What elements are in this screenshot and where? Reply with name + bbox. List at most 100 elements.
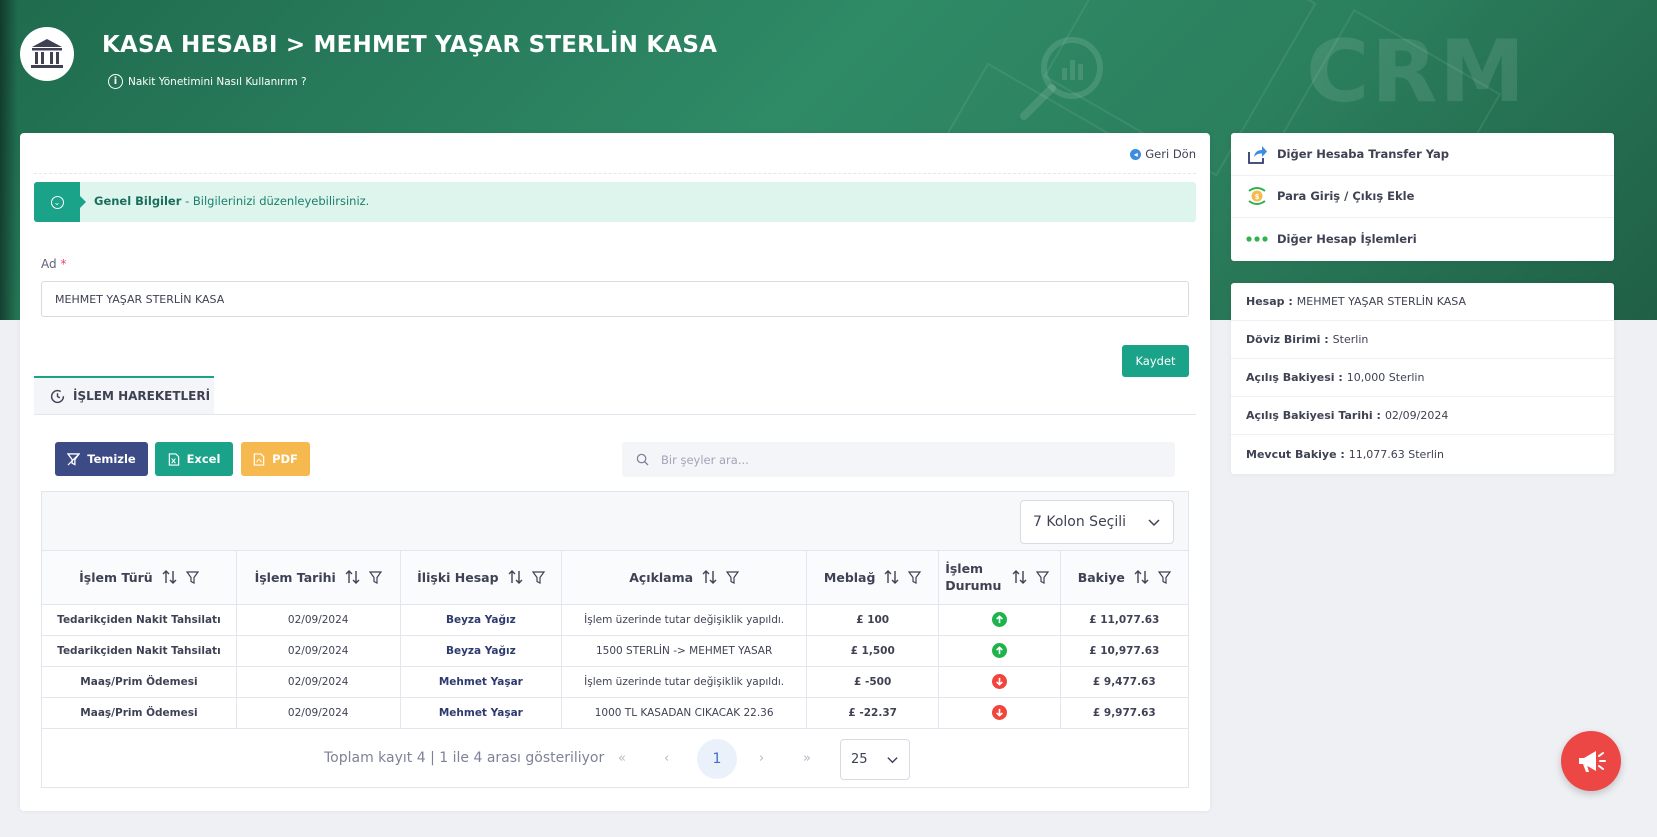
excel-export-button[interactable]: Excel xyxy=(155,442,233,476)
current-page-button[interactable]: 1 xyxy=(697,738,737,779)
cell-description: 1000 TL KASADAN CIKACAK 22.36 xyxy=(561,697,808,729)
table-row[interactable]: Maaş/Prim Ödemesi 02/09/2024 Mehmet Yaşa… xyxy=(42,666,1188,698)
column-title: İlişki Hesap xyxy=(417,569,499,585)
back-link[interactable]: ◂ Geri Dön xyxy=(1130,147,1196,161)
cell-relation-link[interactable]: Beyza Yağız xyxy=(400,635,563,667)
filter-icon[interactable] xyxy=(1036,571,1050,584)
chevron-down-icon xyxy=(887,756,898,763)
transactions-grid: 7 Kolon Seçili İşlem Türü İşlem Tarihi İ… xyxy=(41,491,1189,788)
clear-label: Temizle xyxy=(87,452,136,466)
first-page-button[interactable]: « xyxy=(618,751,626,766)
cell-balance: £ 11,077.63 xyxy=(1060,604,1188,636)
cell-status xyxy=(938,666,1061,698)
filter-clear-icon xyxy=(67,452,81,466)
sort-icon[interactable] xyxy=(345,570,360,585)
sort-icon[interactable] xyxy=(162,570,177,585)
action-label: Diğer Hesaba Transfer Yap xyxy=(1277,146,1450,161)
info-value: 10,000 Sterlin xyxy=(1346,371,1425,384)
save-button[interactable]: Kaydet xyxy=(1122,345,1189,377)
arrow-down-icon xyxy=(991,705,1007,720)
column-header[interactable]: İşlem Durumu xyxy=(938,551,1061,605)
info-value: Sterlin xyxy=(1332,333,1369,346)
info-bar-subtitle: - Bilgilerinizi düzenleyebilirsiniz. xyxy=(181,194,370,208)
cell-date: 02/09/2024 xyxy=(236,635,401,667)
table-header-row: İşlem Türü İşlem Tarihi İlişki Hesap Açı… xyxy=(42,551,1188,605)
cell-balance: £ 9,977.63 xyxy=(1060,697,1188,729)
filter-icon[interactable] xyxy=(726,571,740,584)
info-bar-text: Genel Bilgiler - Bilgilerinizi düzenleye… xyxy=(94,194,369,208)
last-page-button[interactable]: » xyxy=(803,751,811,766)
filter-icon[interactable] xyxy=(908,571,922,584)
cell-relation-link[interactable]: Mehmet Yaşar xyxy=(400,666,563,698)
back-link-label: Geri Dön xyxy=(1145,147,1196,161)
info-row-opening-date: Açılış Bakiyesi Tarihi :02/09/2024 xyxy=(1231,397,1614,435)
chevron-down-icon xyxy=(1148,519,1160,527)
action-label: Diğer Hesap İşlemleri xyxy=(1277,232,1417,247)
table-row[interactable]: Tedarikçiden Nakit Tahsilatı 02/09/2024 … xyxy=(42,635,1188,667)
cell-amount: £ 100 xyxy=(806,604,940,636)
pdf-export-button[interactable]: PDF xyxy=(241,442,310,476)
cell-status xyxy=(938,604,1061,636)
sort-icon[interactable] xyxy=(1012,570,1027,585)
sort-icon[interactable] xyxy=(1134,570,1149,585)
column-header[interactable]: İşlem Türü xyxy=(42,551,237,605)
help-link-label: Nakit Yönetimini Nasıl Kullanırım ? xyxy=(128,75,307,88)
name-input[interactable] xyxy=(41,281,1189,317)
tab-divider xyxy=(34,414,1196,415)
filter-icon[interactable] xyxy=(185,571,199,584)
column-header[interactable]: Açıklama xyxy=(561,551,808,605)
info-label: Açılış Bakiyesi Tarihi : xyxy=(1246,409,1381,422)
info-icon: i xyxy=(108,74,123,89)
transfer-action[interactable]: Diğer Hesaba Transfer Yap xyxy=(1231,133,1614,176)
column-header[interactable]: Meblağ xyxy=(806,551,940,605)
column-header[interactable]: İşlem Tarihi xyxy=(236,551,401,605)
excel-label: Excel xyxy=(186,452,221,466)
bank-icon xyxy=(31,39,63,68)
cell-relation-link[interactable]: Beyza Yağız xyxy=(400,604,563,636)
prev-page-button[interactable]: ‹ xyxy=(664,751,669,766)
arrow-down-icon xyxy=(991,674,1007,689)
other-account-actions[interactable]: Diğer Hesap İşlemleri xyxy=(1231,218,1614,261)
info-value: MEHMET YAŞAR STERLİN KASA xyxy=(1296,295,1467,308)
cell-date: 02/09/2024 xyxy=(236,666,401,698)
cell-relation-link[interactable]: Mehmet Yaşar xyxy=(400,697,563,729)
cell-description: İşlem üzerinde tutar değişiklik yapıldı. xyxy=(561,666,808,698)
left-shade xyxy=(0,0,18,320)
table-row[interactable]: Tedarikçiden Nakit Tahsilatı 02/09/2024 … xyxy=(42,604,1188,636)
cell-amount: £ -500 xyxy=(806,666,940,698)
column-header[interactable]: Bakiye xyxy=(1060,551,1188,605)
filter-icon[interactable] xyxy=(1157,571,1171,584)
clear-filters-button[interactable]: Temizle xyxy=(55,442,148,476)
cell-type: Tedarikçiden Nakit Tahsilatı xyxy=(42,635,237,667)
column-title: İşlem Durumu xyxy=(945,561,1002,594)
announcement-button[interactable] xyxy=(1561,731,1621,791)
page-size-value: 25 xyxy=(851,751,868,767)
account-info-card: Hesap : MEHMET YAŞAR STERLİN KASA Döviz B… xyxy=(1231,283,1614,474)
history-icon xyxy=(50,389,65,403)
svg-text:$: $ xyxy=(1255,193,1260,201)
sort-icon[interactable] xyxy=(702,570,717,585)
action-label: Para Giriş / Çıkış Ekle xyxy=(1277,189,1415,204)
search-box xyxy=(622,442,1175,477)
column-selector[interactable]: 7 Kolon Seçili xyxy=(1020,500,1174,544)
next-page-button[interactable]: › xyxy=(759,751,764,766)
bank-logo xyxy=(20,27,74,81)
sort-icon[interactable] xyxy=(884,570,899,585)
tab-transactions[interactable]: İŞLEM HAREKETLERİ xyxy=(34,376,214,414)
info-label: Hesap : xyxy=(1246,295,1293,308)
table-row[interactable]: Maaş/Prim Ödemesi 02/09/2024 Mehmet Yaşa… xyxy=(42,697,1188,729)
share-arrow-icon xyxy=(1248,145,1267,164)
page-size-select[interactable]: 25 xyxy=(840,738,910,780)
info-label: Mevcut Bakiye : xyxy=(1246,447,1345,461)
cash-in-out-action[interactable]: $ Para Giriş / Çıkış Ekle xyxy=(1231,176,1614,219)
column-title: Meblağ xyxy=(823,569,876,585)
search-input[interactable] xyxy=(661,452,1141,467)
filter-icon[interactable] xyxy=(531,571,545,584)
help-link[interactable]: i Nakit Yönetimini Nasıl Kullanırım ? xyxy=(108,74,307,89)
filter-icon[interactable] xyxy=(368,571,382,584)
column-header[interactable]: İlişki Hesap xyxy=(400,551,563,605)
sort-icon[interactable] xyxy=(508,570,523,585)
page-title: KASA HESABI > MEHMET YAŞAR STERLİN KASA xyxy=(102,32,718,58)
pagination: Toplam kayıt 4 | 1 ile 4 arası gösterili… xyxy=(42,729,1188,789)
info-badge: ⌄ xyxy=(34,182,86,222)
